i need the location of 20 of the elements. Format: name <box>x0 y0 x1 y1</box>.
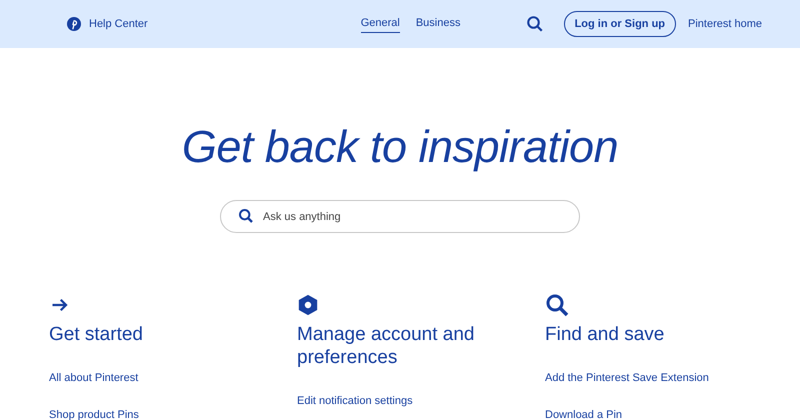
hexagon-icon <box>297 293 319 317</box>
search-icon <box>238 208 254 224</box>
help-link[interactable]: All about Pinterest <box>49 370 297 386</box>
category-title: Manage account and preferences <box>297 323 476 370</box>
hero-title: Get back to inspiration <box>182 124 618 169</box>
help-link[interactable]: Download a Pin <box>545 406 793 420</box>
login-button[interactable]: Log in or Sign up <box>564 10 676 38</box>
brand-name: Help Center <box>89 16 148 32</box>
nav-tab[interactable]: Business <box>416 14 460 34</box>
help-link[interactable]: Edit notification settings <box>297 393 545 410</box>
search-icon[interactable] <box>526 15 544 33</box>
help-link[interactable]: Add the Pinterest Save Extension <box>545 370 793 387</box>
nav-tab[interactable]: General <box>360 14 400 34</box>
help-link[interactable]: Shop product Pins <box>49 406 297 420</box>
category-title: Get started <box>49 323 144 346</box>
search-field[interactable]: Ask us anything <box>220 200 580 233</box>
category-title: Find and save <box>545 323 666 346</box>
search-icon <box>545 293 569 317</box>
home-link[interactable]: Pinterest home <box>688 16 762 32</box>
logo-icon <box>67 17 81 31</box>
